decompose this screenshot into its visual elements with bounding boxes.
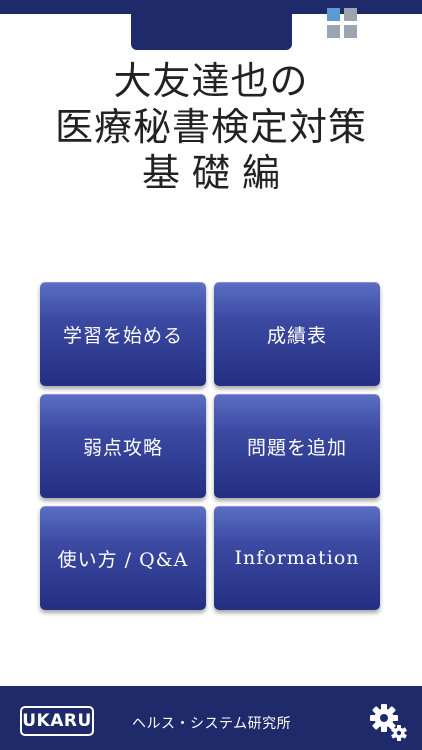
score-report-label: 成績表 xyxy=(266,324,327,347)
grid-icon[interactable] xyxy=(327,8,357,38)
ukaru-logo[interactable]: UKARU xyxy=(20,706,94,736)
title-line-2: 医療秘書検定対策 xyxy=(54,105,367,149)
start-learning-button[interactable]: 学習を始める xyxy=(40,282,206,386)
title-line-1: 大友達也の xyxy=(113,59,309,103)
bottom-bar: UKARU ヘルス・システム研究所 xyxy=(0,686,422,750)
weak-point-button[interactable]: 弱点攻略 xyxy=(40,394,206,498)
top-tab[interactable] xyxy=(131,0,357,50)
gear-icon[interactable] xyxy=(368,702,408,742)
page-title: 大友達也の 医療秘書検定対策 基礎編 xyxy=(0,58,422,196)
start-learning-label: 学習を始める xyxy=(62,324,183,347)
title-line-3: 基礎編 xyxy=(141,151,292,195)
weak-point-label: 弱点攻略 xyxy=(82,436,163,459)
information-label: Information xyxy=(234,547,360,569)
add-questions-label: 問題を追加 xyxy=(246,436,347,459)
information-button[interactable]: Information xyxy=(214,506,380,610)
company-name: ヘルス・システム研究所 xyxy=(132,716,292,732)
add-questions-button[interactable]: 問題を追加 xyxy=(214,394,380,498)
how-to-use-label: 使い方 / Q&A xyxy=(57,548,189,571)
score-report-button[interactable]: 成績表 xyxy=(214,282,380,386)
how-to-use-button[interactable]: 使い方 / Q&A xyxy=(40,506,206,610)
